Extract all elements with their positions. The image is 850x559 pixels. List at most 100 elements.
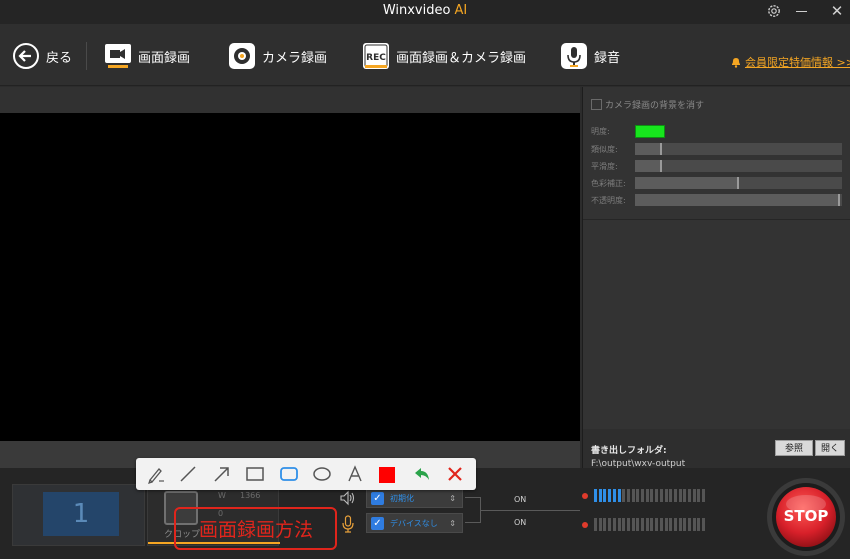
rec-icon: REC [363,43,389,69]
rectangle-icon[interactable] [245,464,265,484]
level-meter-segment [697,518,701,531]
connector-line [480,510,580,511]
level-meter-segment [673,518,677,531]
level-indicator-dot [582,493,588,499]
ellipse-icon[interactable] [312,464,332,484]
level-meter-segment [622,518,626,531]
remove-background-checkbox[interactable]: カメラ録画の背景を消す [591,98,704,111]
stop-label: STOP [783,507,829,525]
member-offer-text: 会員限定特価情報 >> [745,56,850,69]
level-meter-segment [617,518,621,531]
level-meter-segment [688,518,691,531]
level-meter-segment [678,518,682,531]
level-meter-segment [664,489,668,502]
clear-icon[interactable] [445,464,465,484]
minimize-icon[interactable] [796,11,807,12]
level-meter-segment [683,489,687,502]
level-meter-segment [692,518,696,531]
brightness-color-picker[interactable] [635,124,665,138]
pen-icon[interactable] [146,464,166,484]
screen-and-camera-mode-button[interactable]: REC 画面録画＆カメラ録画 [362,40,526,72]
speaker-status: ON [514,495,527,504]
smoothness-slider-row: 平滑度: [591,159,847,173]
level-meter-segment [612,518,616,531]
chevron-updown-icon: ⇕ [449,518,456,528]
mic-level-meter [582,518,706,532]
slider-handle[interactable] [838,194,840,206]
opacity-label: 不透明度: [591,195,626,205]
screen-record-mode-button[interactable]: 画面録画 [104,40,190,72]
screen-number: 1 [43,492,119,536]
level-indicator-dot [582,522,588,528]
brightness-row: 明度: [591,124,847,138]
app-name: Winxvideo [382,3,451,18]
microphone-device-select[interactable]: ✓ デバイスなし ⇕ [366,513,463,533]
screen-select-tile[interactable]: 1 [12,484,145,546]
browse-button[interactable]: 参照 [775,440,813,456]
level-meter-segment [664,518,668,531]
crop-width-value: 1366 [240,491,261,500]
color-correction-label: 色彩補正: [591,178,626,188]
rounded-rectangle-icon[interactable] [279,464,299,484]
color-correction-slider[interactable] [635,177,842,189]
bell-icon [732,58,740,68]
speaker-device-select[interactable]: ✓ 初期化 ⇕ [366,488,463,508]
audio-record-label: 録音 [594,50,621,66]
back-button[interactable]: 戻る [12,40,72,72]
level-meter-segment [641,518,644,531]
slider-handle[interactable] [660,160,662,172]
mic-enabled-checkbox[interactable]: ✓ [371,516,384,530]
speaker-enabled-checkbox[interactable]: ✓ [371,491,384,505]
checkbox-box[interactable] [591,99,602,110]
screen-record-icon [105,44,131,68]
level-meter-segment [683,518,687,531]
opacity-slider[interactable] [635,194,842,206]
output-folder-label: 書き出しフォルダ: [591,446,667,456]
background-settings: カメラ録画の背景を消す 明度: 類似度: 平滑度: 色彩補正: 不透明度: [583,87,850,219]
chevron-updown-icon: ⇕ [449,493,456,503]
level-meter-segment [598,518,602,531]
arrow-icon[interactable] [212,464,232,484]
smoothness-slider[interactable] [635,160,842,172]
connector-line [465,522,481,523]
level-meter-segment [594,489,597,502]
open-folder-button[interactable]: 開く [815,440,845,456]
color-swatch[interactable] [379,467,395,483]
line-icon[interactable] [178,464,198,484]
level-meter-segment [645,518,649,531]
gear-icon[interactable] [766,3,782,19]
mic-device-name: デバイスなし [390,518,438,528]
audio-record-mode-button[interactable]: 録音 [560,40,620,72]
preview-header [0,87,580,113]
level-meter-segment [659,518,663,531]
close-icon[interactable]: ✕ [830,3,844,19]
stop-button[interactable]: STOP [765,476,845,558]
level-meter-segment [697,489,701,502]
output-folder-section: 書き出しフォルダ: F:\output\wxv-output 参照 開く [583,429,850,469]
annotation-caption-box: 画面録画方法 [174,507,337,550]
level-meter-segment [669,489,673,502]
level-meter-segment [626,489,630,502]
similarity-label: 類似度: [591,144,618,154]
mode-toolbar: 戻る 画面録画 カメラ録画 REC 画面録画＆カメラ録画 録音 会員限定特価情報… [0,24,850,86]
camera-record-label: カメラ録画 [262,50,328,66]
connector-line [465,497,481,498]
camera-record-mode-button[interactable]: カメラ録画 [228,40,327,72]
level-meter-segment [692,489,696,502]
level-meter-segment [631,489,635,502]
undo-icon[interactable] [412,464,432,484]
similarity-slider-row: 類似度: [591,142,847,156]
member-offer-link[interactable]: 会員限定特価情報 >> [730,54,850,70]
rec-badge-text: REC [366,53,386,63]
microphone-icon [561,43,587,69]
level-meter-segment [702,518,706,531]
slider-handle[interactable] [660,143,662,155]
recording-preview[interactable] [0,113,580,441]
text-icon[interactable] [345,464,365,484]
toolbar-divider [86,42,87,70]
speaker-level-meter [582,489,706,503]
slider-handle[interactable] [737,177,739,189]
screen-record-label: 画面録画 [138,50,191,66]
similarity-slider[interactable] [635,143,842,155]
back-arrow-icon [13,43,39,69]
